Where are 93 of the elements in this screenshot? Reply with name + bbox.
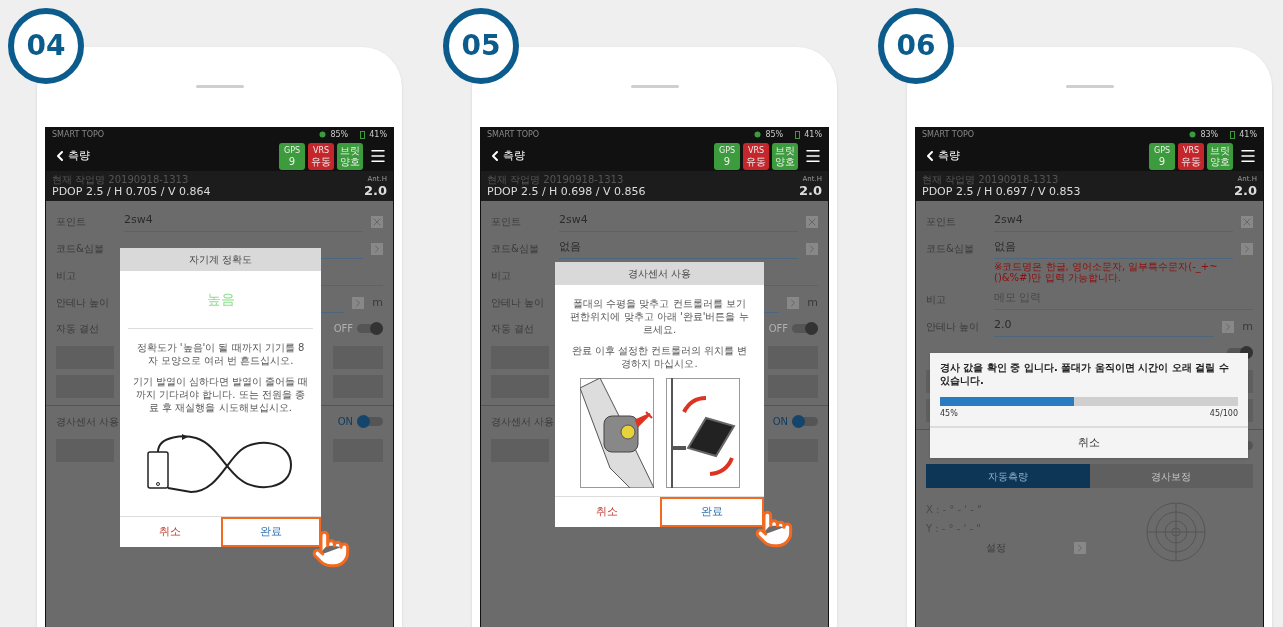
menu-icon[interactable] xyxy=(369,147,387,165)
badge-value: 9 xyxy=(1158,156,1166,167)
chevron-right-icon[interactable] xyxy=(371,243,383,255)
input-field[interactable]: 없음 xyxy=(559,237,798,259)
toggle-switch[interactable] xyxy=(792,416,818,426)
badge-value: 양호 xyxy=(775,156,795,167)
location-icon xyxy=(1189,131,1197,138)
input-field[interactable]: 2sw4 xyxy=(994,210,1233,232)
signal-status: 83% xyxy=(1200,128,1219,141)
dialog-button[interactable]: 완료 xyxy=(220,517,321,547)
step-number: 04 xyxy=(8,8,84,84)
badge-value: 양호 xyxy=(1210,156,1230,167)
toggle-state: OFF xyxy=(768,321,788,336)
badge-label: GPS xyxy=(283,145,301,156)
speaker-slot xyxy=(195,85,244,88)
antenna-value: 2.0 xyxy=(798,184,822,198)
battery-icon xyxy=(360,130,366,139)
progress-percent: 45% xyxy=(940,408,958,420)
dialog-button[interactable]: 취소 xyxy=(555,497,660,527)
badge-label: 브릿 xyxy=(340,145,360,156)
toggle-state: ON xyxy=(772,414,788,429)
badge-value: 9 xyxy=(288,156,296,167)
antenna-value: 2.0 xyxy=(363,184,387,198)
badge-label: VRS xyxy=(747,145,765,156)
chevron-right-icon[interactable] xyxy=(1074,541,1086,554)
location-icon xyxy=(754,131,762,138)
dialog-button[interactable]: 취소 xyxy=(930,428,1248,458)
speaker-slot xyxy=(1065,85,1114,88)
badge-value: 유동 xyxy=(746,156,766,167)
dialog-button[interactable]: 취소 xyxy=(120,517,221,547)
tab[interactable]: 경사보정 xyxy=(1089,464,1253,488)
dialog-message: 기기 발열이 심하다면 발열이 줄어들 때까지 기다려야 합니다. 또는 전원을 종료 후 재실행을 시도해보십시오. xyxy=(132,375,309,414)
battery-status: 41% xyxy=(369,128,387,141)
progress-count: 45/100 xyxy=(1209,408,1238,420)
signal-status: 85% xyxy=(330,128,349,141)
badge-label: GPS xyxy=(1153,145,1171,156)
input-field[interactable]: 없음 xyxy=(994,237,1233,259)
input-field[interactable]: 2.0 xyxy=(994,315,1215,337)
screen-title: 측량 xyxy=(938,147,961,164)
menu-icon[interactable] xyxy=(1239,147,1257,165)
chevron-right-icon[interactable] xyxy=(1222,321,1235,333)
dialog-button[interactable]: 완료 xyxy=(659,497,764,527)
dialog-message: 경사 값을 확인 중 입니다. 폴대가 움직이면 시간이 오래 걸릴 수 있습니다. xyxy=(939,361,1230,387)
clear-icon[interactable] xyxy=(806,216,818,228)
antenna-value: 2.0 xyxy=(1233,184,1257,198)
toggle-state: OFF xyxy=(333,321,353,336)
dop-values: PDOP 2.5 / H 0.705 / V 0.864 xyxy=(52,185,211,198)
chevron-right-icon[interactable] xyxy=(806,243,818,255)
toggle-state: ON xyxy=(337,414,353,429)
accuracy-level: 높음 xyxy=(128,271,313,329)
input-field[interactable]: 2sw4 xyxy=(559,210,798,232)
dop-values: PDOP 2.5 / H 0.698 / V 0.856 xyxy=(487,185,646,198)
dialog-title: 자기계 정확도 xyxy=(120,248,321,271)
toggle-switch[interactable] xyxy=(357,416,383,426)
chevron-right-icon[interactable] xyxy=(1241,243,1253,255)
badge-label: 브릿 xyxy=(1210,145,1230,156)
dialog-title: 경사센서 사용 xyxy=(555,262,764,285)
badge-label: VRS xyxy=(312,145,330,156)
badge-label: GPS xyxy=(718,145,736,156)
chevron-right-icon[interactable] xyxy=(352,297,365,309)
validation-note: ※코드명은 한글, 영어소문자, 일부특수문자(-_+~()&%#)만 입력 가능합니다. xyxy=(993,260,1219,283)
badge-value: 유동 xyxy=(1181,156,1201,167)
app-name: SMART TOPO xyxy=(52,128,105,141)
badge-label: 브릿 xyxy=(775,145,795,156)
dialog-message: 완료 이후 설정한 컨트롤러의 위치를 변경하지 마십시오. xyxy=(570,344,749,370)
menu-icon[interactable] xyxy=(804,147,822,165)
toggle-switch[interactable] xyxy=(357,323,383,333)
app-name: SMART TOPO xyxy=(487,128,540,141)
clear-icon[interactable] xyxy=(371,216,383,228)
battery-icon xyxy=(795,130,801,139)
clear-icon[interactable] xyxy=(1241,216,1253,228)
signal-status: 85% xyxy=(765,128,784,141)
battery-status: 41% xyxy=(1239,128,1257,141)
chevron-right-icon[interactable] xyxy=(787,297,800,309)
screen-title: 측량 xyxy=(503,147,526,164)
step-number: 06 xyxy=(878,8,954,84)
badge-value: 유동 xyxy=(311,156,331,167)
dialog-message: 정확도가 '높음'이 될 때까지 기기를 8자 모양으로 여러 번 흔드십시오. xyxy=(135,341,306,367)
dop-values: PDOP 2.5 / H 0.697 / V 0.853 xyxy=(922,185,1081,198)
dialog-message: 폴대의 수평을 맞추고 컨트롤러를 보기 편한위치에 맞추고 아래 '완료'버튼을 누르세요. xyxy=(569,297,750,336)
location-icon xyxy=(319,131,327,138)
screen-title: 측량 xyxy=(68,147,91,164)
toggle-switch[interactable] xyxy=(792,323,818,333)
app-name: SMART TOPO xyxy=(922,128,975,141)
battery-status: 41% xyxy=(804,128,822,141)
speaker-slot xyxy=(630,85,679,88)
input-field[interactable]: 2sw4 xyxy=(124,210,363,232)
badge-label: VRS xyxy=(1182,145,1200,156)
step-number: 05 xyxy=(443,8,519,84)
tab[interactable]: 자동측량 xyxy=(926,464,1090,488)
battery-icon xyxy=(1230,130,1236,139)
badge-value: 양호 xyxy=(340,156,360,167)
badge-value: 9 xyxy=(723,156,731,167)
